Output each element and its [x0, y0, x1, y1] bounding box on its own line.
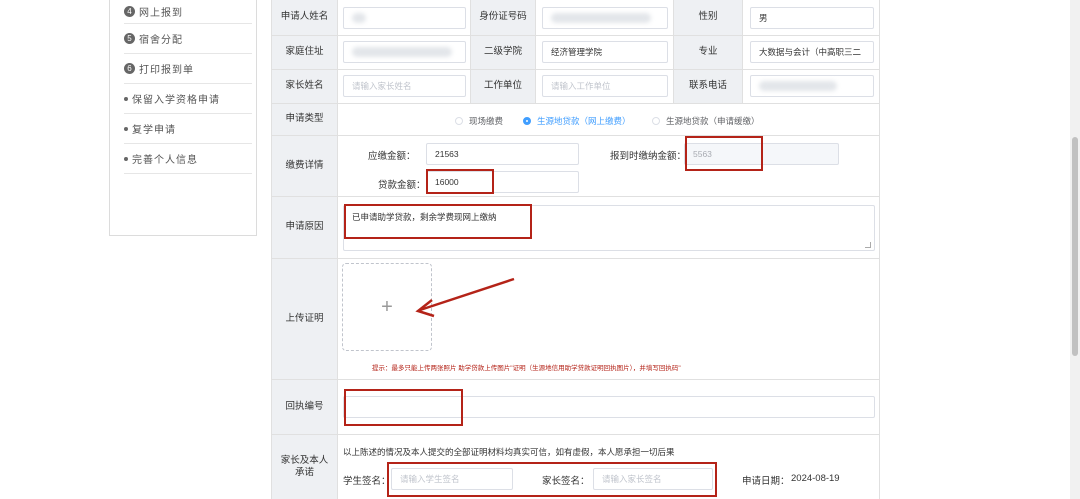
loan-amount-label: 贷款金额： — [378, 180, 426, 191]
sidebar-nav: 4 网上报到 5 宿舍分配 6 打印报到单 保留入学资格申请 复学申请 完善个人… — [109, 0, 257, 236]
major-label: 专业 — [673, 36, 743, 69]
row-promise: 家长及本人承诺 以上陈述的情况及本人提交的全部证明材料均真实可信，如有虚假，本人… — [272, 435, 879, 499]
id-number-label: 身份证号码 — [470, 0, 536, 35]
applicant-name-label: 申请人姓名 — [272, 0, 338, 35]
step-number-badge: 4 — [124, 6, 135, 17]
sidebar-item-resume[interactable]: 复学申请 — [124, 114, 252, 144]
applicant-name-field[interactable] — [343, 7, 466, 29]
step-number-badge: 5 — [124, 33, 135, 44]
bullet-icon — [124, 96, 128, 101]
reason-label: 申请原因 — [272, 197, 338, 258]
sidebar-item-reserve[interactable]: 保留入学资格申请 — [124, 84, 252, 114]
work-unit-label: 工作单位 — [470, 70, 536, 103]
major-field[interactable]: 大数据与会计（中高职三二 — [750, 41, 874, 63]
highlight-box — [344, 204, 532, 239]
sidebar-item-dorm[interactable]: 5 宿舍分配 — [124, 24, 252, 54]
resize-grip-icon[interactable] — [865, 242, 871, 248]
bullet-icon — [124, 156, 128, 161]
scrollbar-thumb[interactable] — [1072, 137, 1078, 356]
apply-type-label: 申请类型 — [272, 104, 338, 135]
bullet-icon — [124, 126, 128, 131]
step-number-badge: 6 — [124, 63, 135, 74]
promise-text: 以上陈述的情况及本人提交的全部证明材料均真实可信，如有虚假，本人愿承担一切后果 — [343, 447, 675, 457]
work-unit-field[interactable]: 请输入工作单位 — [542, 75, 668, 97]
sidebar-item-label: 打印报到单 — [139, 65, 194, 76]
redacted-value — [551, 13, 651, 23]
redacted-value — [759, 81, 837, 91]
sidebar-item-online-checkin[interactable]: 4 网上报到 — [124, 0, 252, 24]
address-label: 家庭住址 — [272, 36, 338, 69]
highlight-box — [387, 462, 717, 497]
radio-label: 生源地贷款（申请缓缴） — [666, 116, 760, 126]
plus-icon: + — [381, 295, 393, 318]
sidebar-item-label: 完善个人信息 — [132, 155, 198, 166]
receipt-label: 回执编号 — [272, 380, 338, 434]
row-upload: 上传证明 + 提示：最多只能上传两张照片 助学贷款上传图片"证明（生源地信用助学… — [272, 259, 879, 380]
row-address: 家庭住址 二级学院 经济管理学院 专业 大数据与会计（中高职三二 — [272, 36, 879, 70]
radio-label: 现场缴费 — [469, 116, 504, 126]
redacted-value — [352, 47, 452, 57]
arrow-annotation-icon — [415, 277, 515, 318]
sidebar-item-print[interactable]: 6 打印报到单 — [124, 54, 252, 84]
radio-circle-icon — [455, 117, 463, 125]
row-reason: 申请原因 已申请助学贷款，剩余学费现网上缴纳 — [272, 197, 879, 259]
upload-label: 上传证明 — [272, 259, 338, 379]
apply-date-label: 申请日期： — [742, 476, 790, 487]
due-amount-label: 应缴金额： — [368, 151, 416, 162]
due-amount-field[interactable]: 21563 — [426, 143, 579, 165]
sidebar-item-label: 复学申请 — [132, 125, 176, 136]
row-applicant: 申请人姓名 身份证号码 性别 男 — [272, 0, 879, 36]
gender-label: 性别 — [673, 0, 743, 35]
radio-loan-defer[interactable]: 生源地贷款（申请缓缴） — [652, 115, 760, 127]
payment-label: 缴费详情 — [272, 136, 338, 196]
radio-loan-online[interactable]: 生源地贷款（网上缴费） — [523, 115, 631, 127]
college-field[interactable]: 经济管理学院 — [542, 41, 668, 63]
sidebar-item-label: 保留入学资格申请 — [132, 95, 220, 106]
id-number-field[interactable] — [542, 7, 668, 29]
row-payment: 缴费详情 应缴金额： 21563 报到时缴纳金额： 5563 贷款金额： 160… — [272, 136, 879, 197]
upload-hint: 提示：最多只能上传两张照片 助学贷款上传图片"证明（生源地信用助学贷款证明回执图… — [372, 365, 681, 372]
promise-label: 家长及本人承诺 — [272, 435, 338, 499]
address-field[interactable] — [343, 41, 466, 63]
checkin-amount-label: 报到时缴纳金额： — [610, 151, 687, 162]
college-label: 二级学院 — [470, 36, 536, 69]
radio-label: 生源地贷款（网上缴费） — [537, 116, 631, 126]
sidebar-item-profile[interactable]: 完善个人信息 — [124, 144, 252, 174]
highlight-box — [344, 389, 463, 426]
highlight-box — [426, 169, 494, 194]
student-sign-label: 学生签名： — [343, 476, 391, 487]
parent-name-field[interactable]: 请输入家长姓名 — [343, 75, 466, 97]
row-apply-type: 申请类型 现场缴费 生源地贷款（网上缴费） 生源地贷款（申请缓缴） — [272, 104, 879, 136]
highlight-box — [685, 136, 763, 171]
sidebar-item-label: 网上报到 — [139, 8, 183, 19]
sidebar-item-label: 宿舍分配 — [139, 35, 183, 46]
gender-field[interactable]: 男 — [750, 7, 874, 29]
application-form: 申请人姓名 身份证号码 性别 男 家庭住址 二级学院 经济管理学院 专业 大数据… — [271, 0, 880, 499]
radio-circle-icon — [652, 117, 660, 125]
row-receipt: 回执编号 — [272, 380, 879, 435]
radio-onsite-payment[interactable]: 现场缴费 — [455, 115, 503, 127]
redacted-value — [352, 13, 366, 23]
page-scrollbar[interactable] — [1070, 0, 1080, 499]
parent-name-label: 家长姓名 — [272, 70, 338, 103]
radio-selected-icon — [523, 117, 531, 125]
row-parent: 家长姓名 请输入家长姓名 工作单位 请输入工作单位 联系电话 — [272, 70, 879, 104]
phone-label: 联系电话 — [673, 70, 743, 103]
apply-date-value: 2024-08-19 — [791, 473, 840, 484]
phone-field[interactable] — [750, 75, 874, 97]
